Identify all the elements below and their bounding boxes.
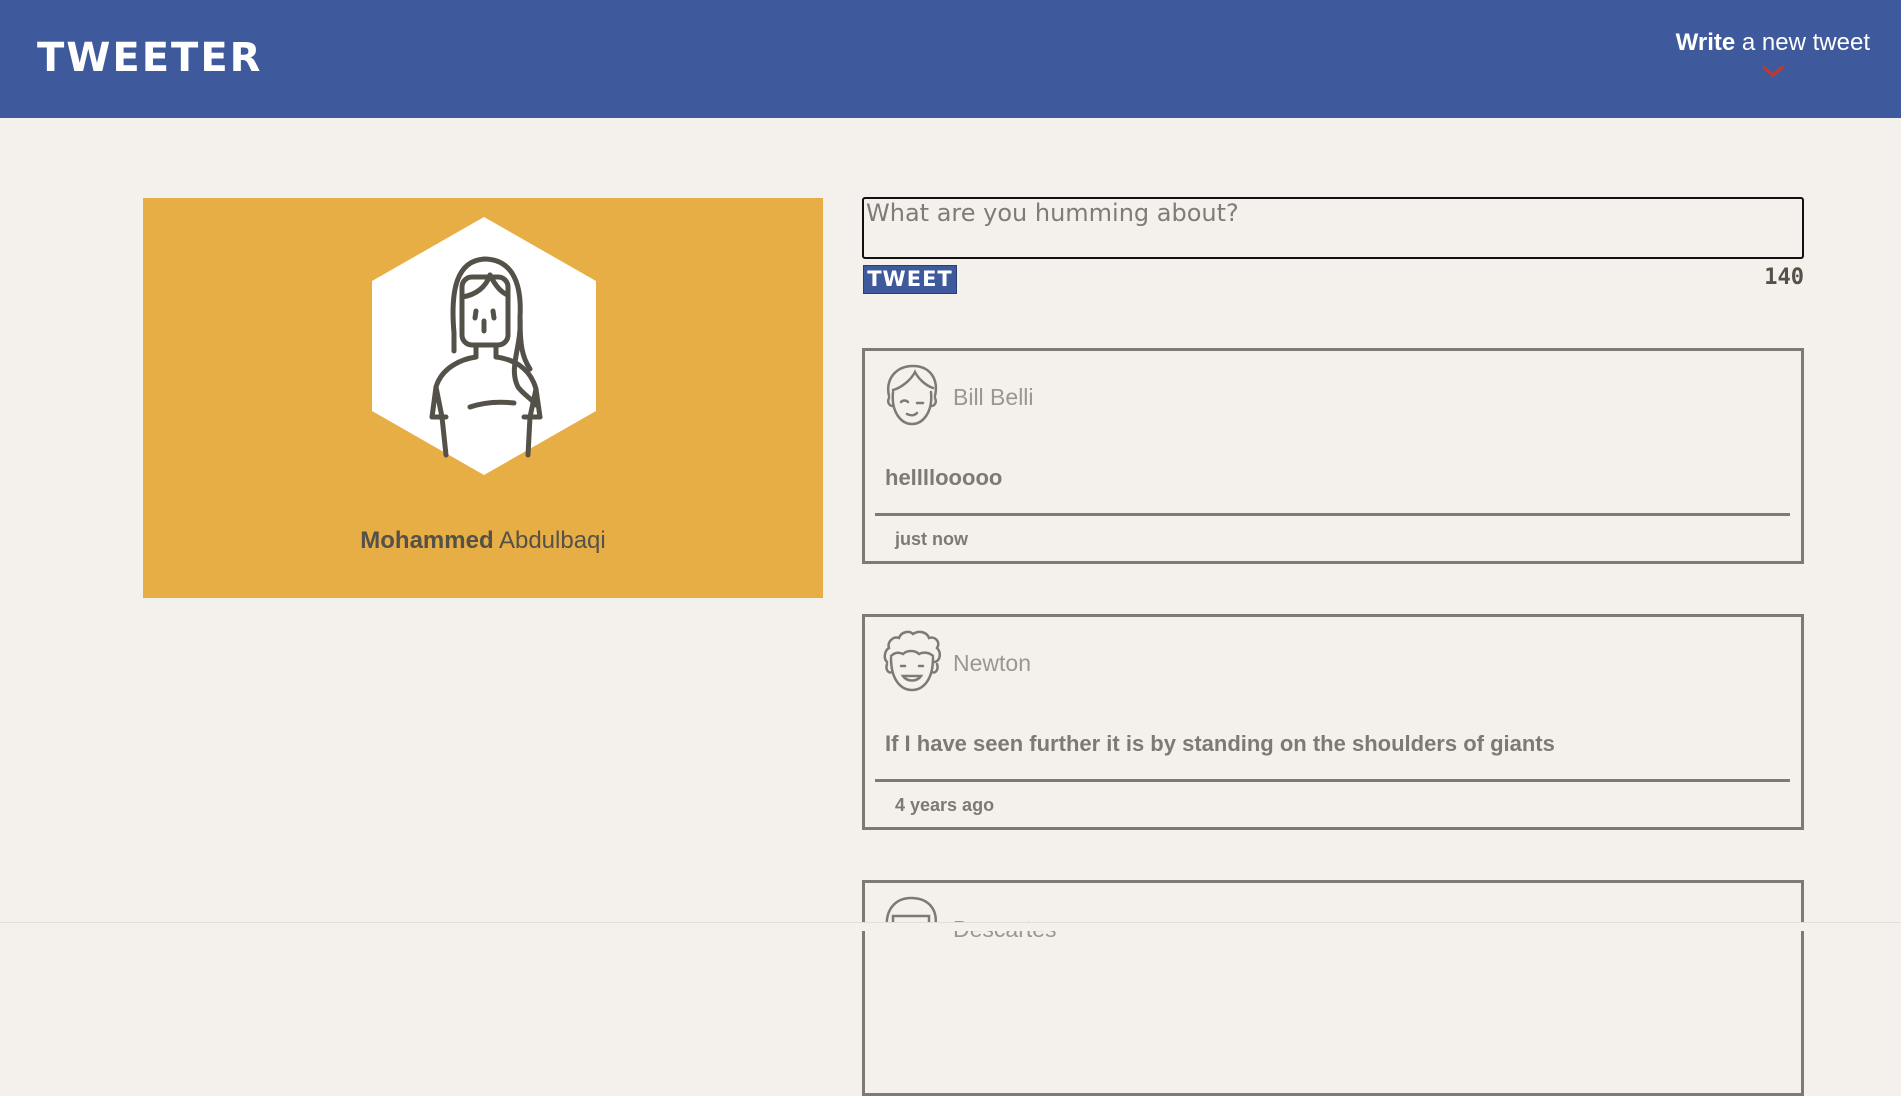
chevron-down-icon [1762,65,1783,77]
tweet-card: Descartes [862,880,1804,1096]
profile-card: Mohammed Abdulbaqi [143,198,823,598]
tweet-content: If I have seen further it is by standing… [885,731,1555,756]
profile-last-name: Abdulbaqi [498,527,606,554]
tweet-card: Newton If I have seen further it is by s… [862,614,1804,830]
profile-first-name: Mohammed [360,527,494,554]
write-label: Write [1675,29,1736,56]
curly-hair-avatar-icon [883,630,941,692]
brand-logo[interactable]: TWEETER [37,34,262,82]
tweet-button[interactable]: TWEET [863,265,957,294]
tweet-content: hellllooooo [885,465,1003,490]
tweet-divider [875,779,1790,782]
tweet-divider [875,513,1790,516]
page-bottom-edge [0,922,1901,931]
female-avatar-icon [372,217,596,475]
tweet-card: Bill Belli hellllooooo just now [862,348,1804,564]
write-tweet-toggle[interactable]: Write a new tweet [1675,28,1870,77]
profile-name: Mohammed Abdulbaqi [143,526,823,556]
top-nav: TWEETER Write a new tweet [0,0,1901,118]
tweet-composer: TWEET 140 [862,197,1804,294]
tweet-input[interactable] [862,197,1804,259]
tweet-timestamp: 4 years ago [895,795,995,815]
tweet-author[interactable]: Bill Belli [953,383,1034,411]
new-tweet-label: a new tweet [1735,29,1870,56]
char-counter: 140 [1764,265,1804,290]
male-avatar-icon [886,364,938,426]
tweet-timestamp: just now [895,529,968,549]
tweet-author[interactable]: Newton [953,649,1031,677]
